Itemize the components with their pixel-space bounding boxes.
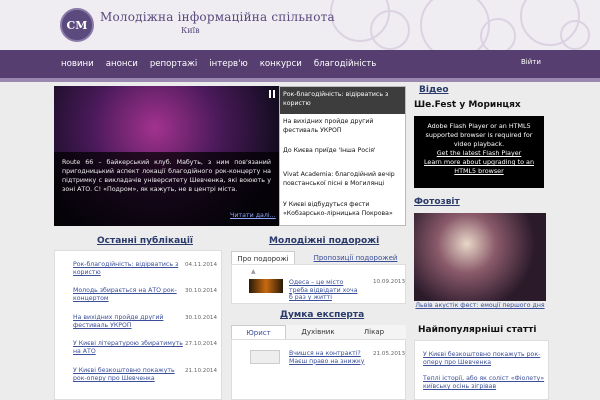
- main-nav: новини анонси репортажі інтерв'ю конкурс…: [0, 50, 600, 78]
- latest-item-title[interactable]: Молодь збирається на АТО рок-концертом: [73, 287, 183, 303]
- slide-list-item[interactable]: На вихідних пройде другий фестиваль УКРО…: [280, 114, 405, 142]
- photo-report-image[interactable]: [414, 213, 546, 301]
- latest-item-date: 30.10.2014: [185, 315, 218, 321]
- trip-list: ▲ Одеса – це місто треба відвідати хоча …: [231, 264, 406, 304]
- html5-link[interactable]: Learn more about upgrading to an HTML5 b…: [418, 158, 540, 176]
- latest-item-title[interactable]: На вихідних пройде другий фестиваль УКРО…: [73, 314, 183, 330]
- latest-title[interactable]: Останні публікації: [97, 236, 193, 246]
- expert-thumbnail[interactable]: [250, 350, 280, 364]
- list-item[interactable]: Рок-благодійність: відірватись з користю…: [73, 261, 219, 277]
- nav-item-charity[interactable]: благодійність: [308, 59, 383, 69]
- video-message: Adobe Flash Player or an HTML5 supported…: [425, 122, 533, 148]
- photo-caption[interactable]: Львів акустік фест: емоції першого дня: [414, 302, 546, 310]
- flash-link[interactable]: Get the latest Flash Player: [418, 149, 540, 158]
- list-item[interactable]: На вихідних пройде другий фестиваль УКРО…: [73, 314, 219, 330]
- expert-item-title[interactable]: Вчишся на контракті? Маєш право на знижк…: [289, 350, 367, 365]
- slide-list-item[interactable]: Vivat Academia: благодійний вечір повста…: [280, 167, 405, 195]
- trip-item-title[interactable]: Одеса – це місто треба відвідати хоча б …: [289, 279, 359, 302]
- latest-item-date: 21.10.2014: [185, 368, 218, 374]
- trips-title[interactable]: Молодіжні подорожі: [269, 236, 379, 246]
- expert-list: Вчишся на контракті? Маєш право на знижк…: [231, 339, 406, 400]
- latest-item-title[interactable]: У Києві безкоштовно покажуть рок-оперу п…: [73, 367, 183, 383]
- site-title[interactable]: Молодіжна інформаційна спільнота: [100, 10, 335, 24]
- video-title[interactable]: Відео: [419, 85, 449, 95]
- login-link[interactable]: Війти: [521, 58, 541, 66]
- nav-items: новини анонси репортажі інтерв'ю конкурс…: [55, 50, 382, 78]
- decorative-swirl: [420, 0, 490, 50]
- latest-item-title[interactable]: У Києві літературою збиратимуть на АТО: [73, 340, 183, 356]
- video-subtitle: Ше.Fest у Моринцях: [414, 100, 521, 110]
- tab-doctor[interactable]: Лікар: [350, 325, 398, 339]
- tab-trip-offers[interactable]: Пропозиції подорожей: [305, 251, 406, 265]
- photo-title[interactable]: Фотозвіт: [414, 197, 460, 207]
- expert-title[interactable]: Думка експерта: [280, 310, 364, 320]
- latest-item-date: 27.10.2014: [185, 341, 218, 347]
- slide-list-item[interactable]: До Києва приїде 'Інша Росія': [280, 143, 405, 165]
- read-more-link[interactable]: Читати далі...: [230, 212, 276, 219]
- popular-item[interactable]: Теплі історії, або як соліст «Фіолету» к…: [423, 375, 547, 391]
- latest-item-date: 04.11.2014: [185, 262, 218, 268]
- tab-lawyer[interactable]: Юрист: [231, 325, 286, 339]
- popular-list: У Києві безкоштовно покажуть рок-оперу п…: [414, 340, 549, 400]
- trip-item-date: 10.09.2013: [373, 279, 406, 285]
- scroll-up-icon[interactable]: ▲: [251, 268, 256, 275]
- decorative-swirl: [560, 20, 590, 50]
- list-item[interactable]: У Києві літературою збиратимуть на АТО 2…: [73, 340, 219, 356]
- site-city: Київ: [181, 26, 200, 35]
- decorative-swirl: [480, 18, 516, 50]
- site-logo[interactable]: СМ: [60, 8, 94, 42]
- slide-list-item[interactable]: У Києві відбудуться фести «Кобзарсько-лі…: [280, 197, 405, 225]
- popular-item[interactable]: У Києві безкоштовно покажуть рок-оперу п…: [423, 351, 547, 367]
- nav-item-announcements[interactable]: анонси: [100, 59, 144, 69]
- slide-list-item[interactable]: Рок-благодійність: відірватись з користю: [280, 87, 405, 114]
- pause-icon[interactable]: [267, 90, 277, 100]
- nav-item-news[interactable]: новини: [55, 59, 100, 69]
- nav-item-reports[interactable]: репортажі: [144, 59, 203, 69]
- trip-thumbnail[interactable]: [249, 279, 283, 293]
- latest-list: Рок-благодійність: відірватись з користю…: [54, 250, 222, 400]
- video-player[interactable]: Adobe Flash Player or an HTML5 supported…: [414, 116, 544, 188]
- tab-about-trips[interactable]: Про подорожі: [231, 251, 295, 265]
- list-item[interactable]: У Києві безкоштовно покажуть рок-оперу п…: [73, 367, 219, 383]
- site-header: СМ Молодіжна інформаційна спільнота Київ: [0, 0, 600, 50]
- tab-priest[interactable]: Духівник: [292, 325, 344, 339]
- decorative-swirl: [370, 10, 410, 50]
- latest-item-date: 30.10.2014: [185, 288, 218, 294]
- slide-list: Рок-благодійність: відірватись з користю…: [279, 86, 406, 226]
- expert-item-date: 21.05.2013: [373, 351, 406, 357]
- popular-title: Найпопулярніші статті: [418, 325, 537, 335]
- list-item[interactable]: Молодь збирається на АТО рок-концертом 3…: [73, 287, 219, 303]
- featured-slider[interactable]: Route 66 – байкерський клуб. Мабуть, з н…: [54, 86, 279, 226]
- nav-item-contests[interactable]: конкурси: [254, 59, 308, 69]
- latest-item-title[interactable]: Рок-благодійність: відірватись з користю: [73, 261, 183, 277]
- nav-item-interviews[interactable]: інтерв'ю: [203, 59, 253, 69]
